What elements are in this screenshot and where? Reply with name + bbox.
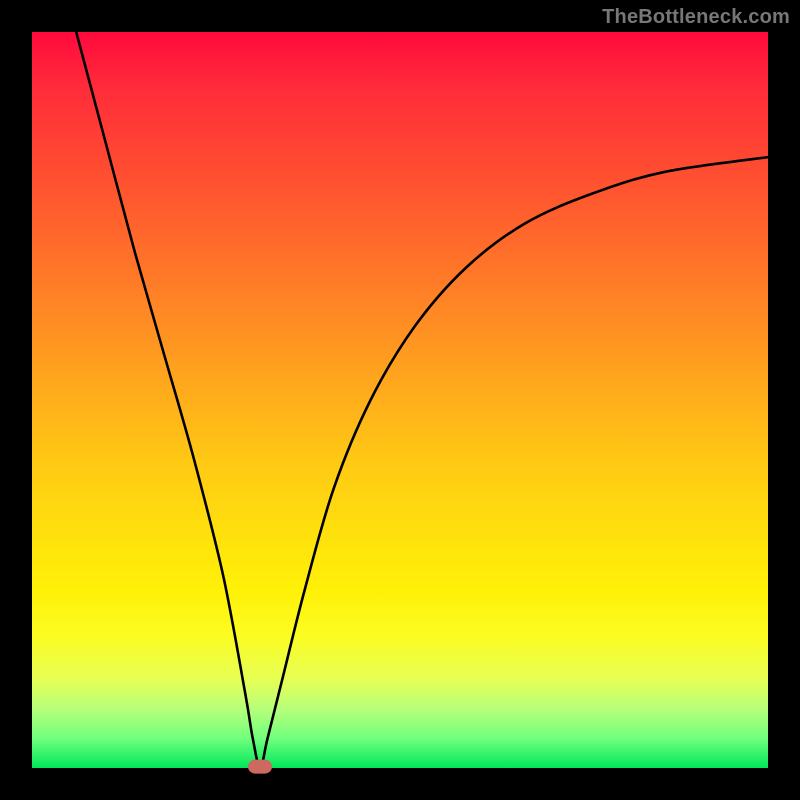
chart-stage: TheBottleneck.com [0, 0, 800, 800]
plot-area [32, 32, 768, 768]
bottleneck-curve [32, 32, 768, 768]
watermark-text: TheBottleneck.com [602, 6, 790, 29]
optimal-marker [248, 760, 272, 774]
